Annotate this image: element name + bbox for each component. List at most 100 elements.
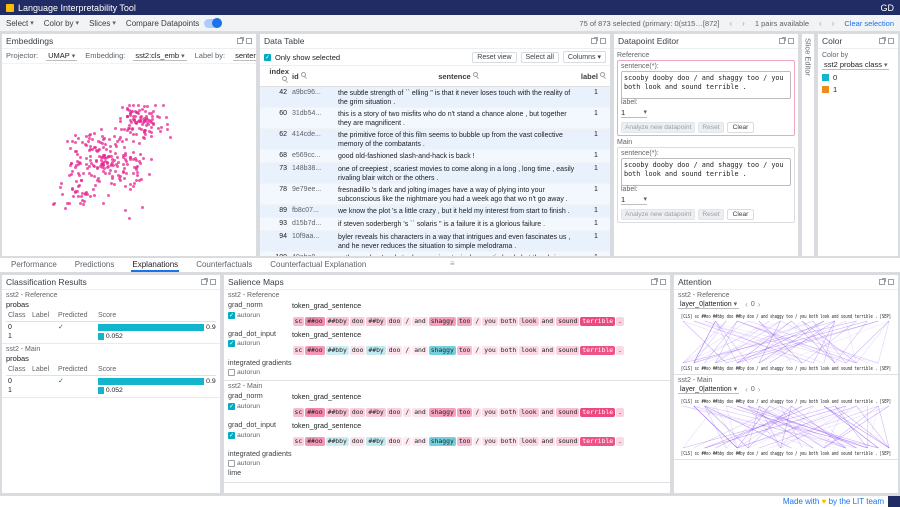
maximize-icon[interactable] xyxy=(210,279,216,285)
color-by-menu[interactable]: Color by▾ xyxy=(44,19,79,28)
table-row[interactable]: 789e79ee...fresnadillo 's dark and jolti… xyxy=(260,184,610,205)
embedding-scatter[interactable] xyxy=(2,64,256,256)
table-row[interactable]: 68e569cc...good old-fashioned slash-and-… xyxy=(260,150,610,163)
search-icon[interactable] xyxy=(600,72,607,79)
popout-icon[interactable] xyxy=(879,279,885,285)
chevron-left-icon[interactable]: ‹ xyxy=(745,385,748,394)
slices-menu[interactable]: Slices▾ xyxy=(89,19,116,28)
table-row[interactable]: 10040abe9...nother parker 's ode to dono… xyxy=(260,252,610,256)
embedding-label: Embedding: xyxy=(85,51,125,61)
compare-datapoints-toggle[interactable]: Compare Datapoints xyxy=(126,19,222,28)
clear-button[interactable]: Clear xyxy=(727,209,755,220)
select-all-button[interactable]: Select all xyxy=(521,52,559,63)
autorun-checkbox[interactable] xyxy=(228,312,235,319)
autorun-checkbox[interactable] xyxy=(228,403,235,410)
table-row[interactable]: 9410f9aa...byler reveals his characters … xyxy=(260,231,610,252)
embedding-point xyxy=(122,163,125,166)
search-icon[interactable] xyxy=(282,76,289,83)
popout-icon[interactable] xyxy=(237,38,243,44)
table-row[interactable]: 6031db54...this is a story of two misfit… xyxy=(260,108,610,129)
toggle-icon[interactable] xyxy=(204,19,222,28)
sentence-textarea[interactable]: scooby dooby doo / and shaggy too / you … xyxy=(621,158,791,186)
autorun-checkbox[interactable] xyxy=(228,432,235,439)
label-select[interactable]: 1▾ xyxy=(621,195,647,205)
projector-select[interactable]: UMAP▾ xyxy=(46,51,77,61)
autorun-checkbox[interactable] xyxy=(228,340,235,347)
reset-view-button[interactable]: Reset view xyxy=(472,52,516,63)
table-row[interactable]: 73148b38...one of creepiest , scariest m… xyxy=(260,163,610,184)
analyze-datapoint-button[interactable]: Analyze new datapoint xyxy=(621,209,695,220)
popout-icon[interactable] xyxy=(651,279,657,285)
embedding-point xyxy=(139,162,142,165)
maximize-icon[interactable] xyxy=(246,38,252,44)
slice-editor-collapsed[interactable]: Slice Editor xyxy=(801,33,815,257)
embedding-point xyxy=(136,174,139,177)
autorun-control[interactable]: autorun xyxy=(228,460,666,467)
clear-selection-button[interactable]: Clear selection xyxy=(844,19,894,28)
search-icon[interactable] xyxy=(301,72,308,79)
chevron-right-icon[interactable]: › xyxy=(742,19,745,28)
table-row[interactable]: 62414cde...the primitive force of this f… xyxy=(260,129,610,150)
table-cell-id: 9e79ee... xyxy=(290,184,336,204)
autorun-control[interactable]: autorun xyxy=(228,403,290,410)
tab-performance[interactable]: Performance xyxy=(10,258,58,272)
select-menu[interactable]: Select▾ xyxy=(6,19,34,28)
popout-icon[interactable] xyxy=(591,38,597,44)
chevron-right-icon[interactable]: › xyxy=(758,300,761,309)
analyze-datapoint-button[interactable]: Analyze new datapoint xyxy=(621,122,695,133)
attention-viz[interactable]: [CLS] sc ##oo ##bby doo ##by doo / and s… xyxy=(678,310,894,372)
embedding-point xyxy=(102,154,105,157)
salience-token: ##by xyxy=(366,317,385,326)
columns-button[interactable]: Columns ▾ xyxy=(563,51,606,63)
autorun-control[interactable]: autorun xyxy=(228,369,666,376)
popout-icon[interactable] xyxy=(779,38,785,44)
maximize-icon[interactable] xyxy=(660,279,666,285)
search-icon[interactable] xyxy=(473,72,480,79)
autorun-control[interactable]: autorun xyxy=(228,432,290,439)
chevron-left-icon[interactable]: ‹ xyxy=(730,19,733,28)
only-show-selected-checkbox[interactable] xyxy=(264,54,271,61)
maximize-icon[interactable] xyxy=(600,38,606,44)
drag-handle-icon[interactable]: ≡ xyxy=(450,259,455,268)
embedding-select[interactable]: sst2:cls_emb▾ xyxy=(133,51,186,61)
clear-button[interactable]: Clear xyxy=(727,122,755,133)
embedding-point xyxy=(68,174,71,177)
app-titlebar: Language Interpretability Tool GD xyxy=(0,0,900,15)
layer-select[interactable]: layer_0|attention▾ xyxy=(678,300,739,309)
tab-predictions[interactable]: Predictions xyxy=(74,258,116,272)
maximize-icon[interactable] xyxy=(788,38,794,44)
chevron-right-icon[interactable]: › xyxy=(758,385,761,394)
table-row[interactable]: 93d15b7d...if steven soderbergh 's `` so… xyxy=(260,218,610,231)
reset-button[interactable]: Reset xyxy=(698,209,723,220)
table-row[interactable]: 89fb8c07...we know the plot 's a little … xyxy=(260,205,610,218)
maximize-icon[interactable] xyxy=(888,279,894,285)
attention-viz[interactable]: [CLS] sc ##oo ##bby doo ##by doo / and s… xyxy=(678,395,894,457)
salience-token: terrible xyxy=(580,437,615,446)
color-by-select[interactable]: sst2 probas class▾ xyxy=(822,60,889,70)
user-avatar[interactable]: GD xyxy=(881,3,895,13)
reset-button[interactable]: Reset xyxy=(698,122,723,133)
chevron-left-icon[interactable]: ‹ xyxy=(745,300,748,309)
label-select[interactable]: 1▾ xyxy=(621,108,647,118)
table-row[interactable]: 42a9bc96...the subtle strength of `` ell… xyxy=(260,87,610,108)
popout-icon[interactable] xyxy=(879,38,885,44)
salience-token: . xyxy=(616,346,624,355)
table-cell-label: 1 xyxy=(582,184,610,204)
tab-explanations[interactable]: Explanations xyxy=(131,258,179,272)
sentence-textarea[interactable]: scooby dooby doo / and shaggy too / you … xyxy=(621,71,791,99)
salience-token: sound xyxy=(556,408,579,417)
chevron-right-icon[interactable]: › xyxy=(832,19,835,28)
tab-counterfactual-explanation[interactable]: Counterfactual Explanation xyxy=(269,258,367,272)
tab-counterfactuals[interactable]: Counterfactuals xyxy=(195,258,253,272)
table-cell-id: fb8c07... xyxy=(290,205,336,217)
autorun-checkbox[interactable] xyxy=(228,369,235,376)
layer-select[interactable]: layer_0|attention▾ xyxy=(678,385,739,394)
reference-editor: sentence(*): scooby dooby doo / and shag… xyxy=(617,60,795,136)
maximize-icon[interactable] xyxy=(888,38,894,44)
popout-icon[interactable] xyxy=(201,279,207,285)
autorun-control[interactable]: autorun xyxy=(228,312,290,319)
autorun-control[interactable]: autorun xyxy=(228,340,290,347)
autorun-checkbox[interactable] xyxy=(228,460,235,467)
label-by-select[interactable]: sentence▾ xyxy=(233,51,257,61)
chevron-left-icon[interactable]: ‹ xyxy=(819,19,822,28)
